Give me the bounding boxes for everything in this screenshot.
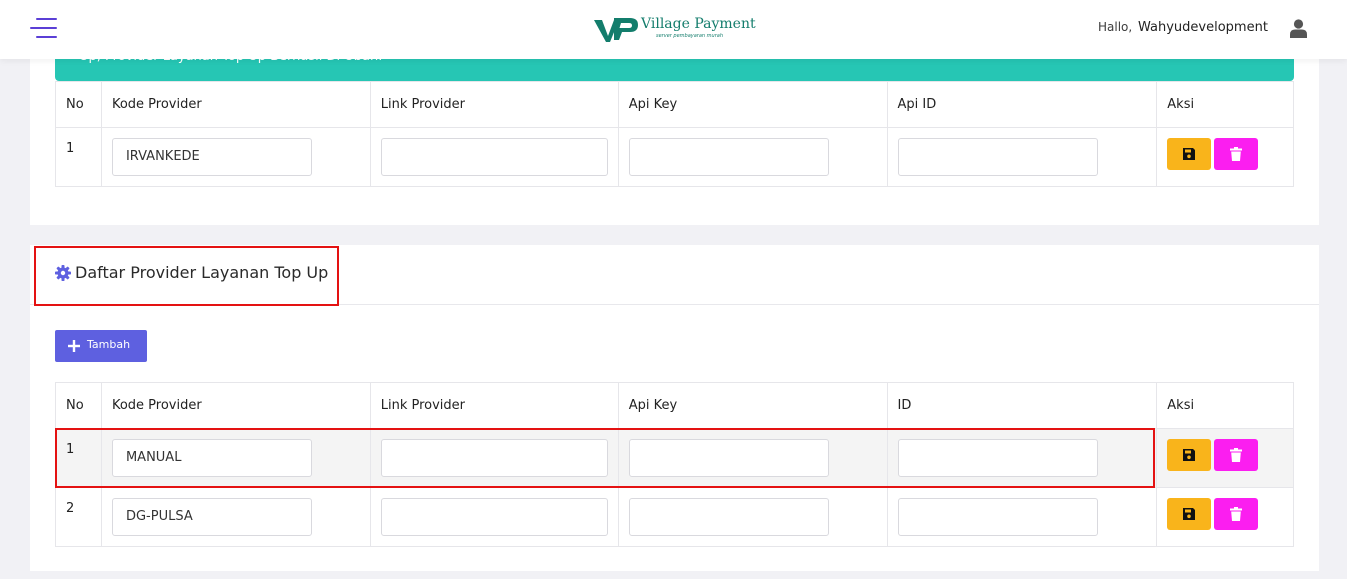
table-row: 1 IRVANKEDE bbox=[55, 127, 1294, 187]
user-icon[interactable] bbox=[1290, 19, 1307, 38]
col-header-no: No bbox=[55, 382, 102, 429]
kode-provider-input[interactable]: MANUAL bbox=[111, 439, 312, 477]
add-button-label: Tambah bbox=[87, 338, 131, 351]
kode-provider-input[interactable]: IRVANKEDE bbox=[111, 138, 312, 176]
trash-icon bbox=[1230, 448, 1243, 462]
table-row: 2 DG-PULSA bbox=[55, 487, 1294, 547]
delete-button[interactable] bbox=[1214, 138, 1259, 170]
floppy-disk-icon bbox=[1183, 449, 1196, 461]
link-provider-input[interactable] bbox=[380, 439, 608, 477]
logo-brand-text: Village Payment bbox=[641, 16, 756, 32]
api-key-input[interactable] bbox=[628, 439, 829, 477]
link-provider-cell bbox=[369, 428, 619, 488]
api-key-input[interactable] bbox=[628, 138, 829, 176]
link-provider-cell bbox=[369, 487, 619, 547]
col-header-link-provider: Link Provider bbox=[369, 382, 619, 429]
gear-icon bbox=[55, 265, 71, 281]
row-number: 1 bbox=[55, 428, 102, 488]
api-id-input[interactable] bbox=[897, 439, 1098, 477]
col-header-no: No bbox=[55, 81, 102, 128]
link-provider-cell bbox=[369, 127, 619, 187]
api-id-input[interactable] bbox=[897, 498, 1098, 536]
api-key-cell bbox=[617, 127, 888, 187]
col-header-link-provider: Link Provider bbox=[369, 81, 619, 128]
col-header-id: ID bbox=[886, 382, 1158, 429]
hamburger-menu-icon[interactable] bbox=[30, 18, 57, 38]
provider-table-list: No Kode Provider Link Provider Api Key I… bbox=[55, 382, 1294, 547]
floppy-disk-icon bbox=[1183, 508, 1196, 520]
api-id-cell bbox=[886, 428, 1158, 488]
greeting-text: Hallo, bbox=[1098, 20, 1133, 34]
col-header-kode-provider: Kode Provider bbox=[100, 382, 371, 429]
col-header-kode-provider: Kode Provider bbox=[100, 81, 371, 128]
actions-cell bbox=[1156, 127, 1294, 187]
api-key-cell bbox=[617, 487, 888, 547]
api-key-cell bbox=[617, 428, 888, 488]
api-id-input[interactable] bbox=[897, 138, 1098, 176]
add-provider-button[interactable]: Tambah bbox=[55, 330, 147, 362]
link-provider-input[interactable] bbox=[380, 498, 608, 536]
api-key-input[interactable] bbox=[628, 498, 829, 536]
save-button[interactable] bbox=[1167, 439, 1212, 471]
provider-table-top: No Kode Provider Link Provider Api Key A… bbox=[55, 81, 1294, 187]
api-id-cell bbox=[886, 487, 1158, 547]
table-row: 1 MANUAL bbox=[55, 428, 1294, 488]
delete-button[interactable] bbox=[1214, 439, 1259, 471]
save-button[interactable] bbox=[1167, 498, 1212, 530]
logo-mark bbox=[594, 18, 638, 42]
delete-button[interactable] bbox=[1214, 498, 1259, 530]
col-header-aksi: Aksi bbox=[1156, 382, 1294, 429]
section-title: Daftar Provider Layanan Top Up bbox=[75, 263, 329, 282]
col-header-api-key: Api Key bbox=[617, 81, 888, 128]
section-header: Daftar Provider Layanan Top Up bbox=[30, 245, 1319, 305]
kode-provider-input[interactable]: DG-PULSA bbox=[111, 498, 312, 536]
floppy-disk-icon bbox=[1183, 148, 1196, 160]
plus-icon bbox=[68, 340, 80, 352]
save-button[interactable] bbox=[1167, 138, 1212, 170]
row-number: 2 bbox=[55, 487, 102, 547]
top-navbar: Village Payment server pembayaran murah … bbox=[0, 0, 1347, 59]
trash-icon bbox=[1230, 147, 1243, 161]
logo-tagline: server pembayaran murah bbox=[656, 33, 724, 39]
actions-cell bbox=[1156, 487, 1294, 547]
username-text[interactable]: Wahyudevelopment bbox=[1138, 20, 1268, 35]
kode-provider-cell: MANUAL bbox=[100, 428, 371, 488]
kode-provider-cell: DG-PULSA bbox=[100, 487, 371, 547]
actions-cell bbox=[1156, 428, 1294, 488]
table-header-row: No Kode Provider Link Provider Api Key A… bbox=[55, 81, 1294, 128]
link-provider-input[interactable] bbox=[380, 138, 608, 176]
logo[interactable]: Village Payment server pembayaran murah bbox=[592, 14, 762, 46]
col-header-api-key: Api Key bbox=[617, 382, 888, 429]
table-header-row: No Kode Provider Link Provider Api Key I… bbox=[55, 382, 1294, 429]
row-number: 1 bbox=[55, 127, 102, 187]
api-id-cell bbox=[886, 127, 1158, 187]
col-header-aksi: Aksi bbox=[1156, 81, 1294, 128]
kode-provider-cell: IRVANKEDE bbox=[100, 127, 371, 187]
trash-icon bbox=[1230, 507, 1243, 521]
col-header-api-id: Api ID bbox=[886, 81, 1158, 128]
